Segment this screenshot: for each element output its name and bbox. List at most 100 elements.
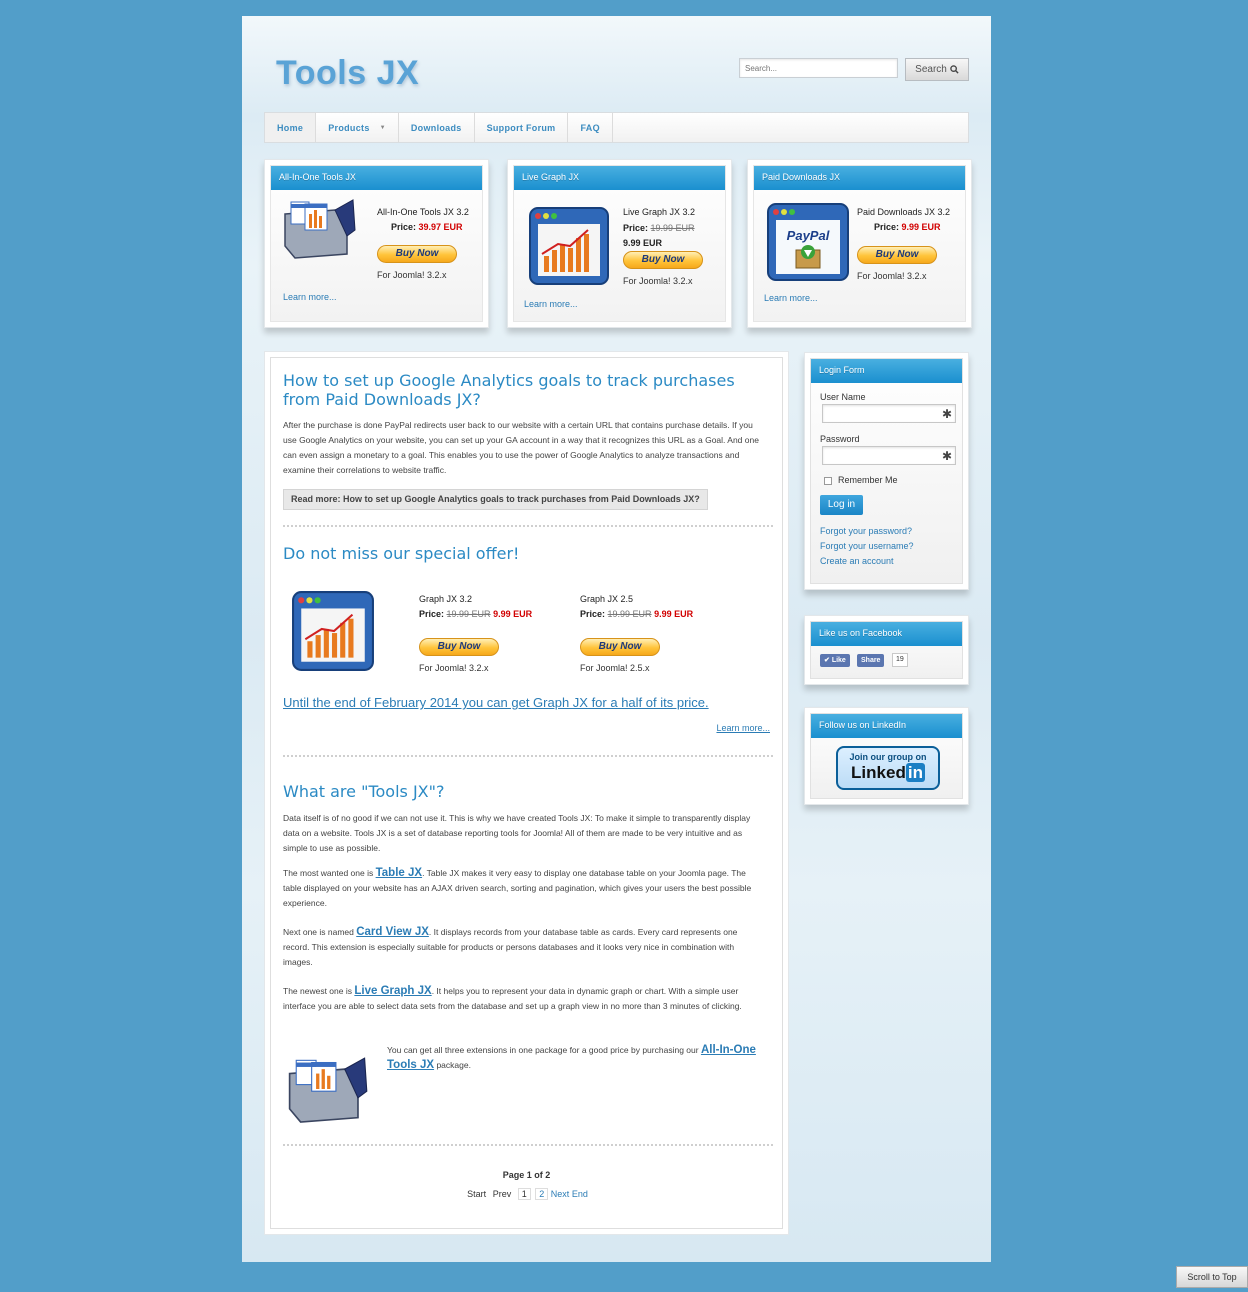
buy-now-button[interactable]: Buy Now xyxy=(857,246,937,264)
paypal-icon: PayPal xyxy=(767,203,849,281)
search-button[interactable]: Search xyxy=(905,58,969,81)
username-field[interactable]: ✱ xyxy=(822,404,956,423)
buy-now-button[interactable]: Buy Now xyxy=(419,638,499,656)
promo-price: Price: 39.97 EUR xyxy=(391,222,463,232)
table-jx-link[interactable]: Table JX xyxy=(376,867,422,879)
promo-title: All-In-One Tools JX xyxy=(271,166,482,190)
forgot-username-link[interactable]: Forgot your username? xyxy=(820,541,914,551)
promo-product-name: Paid Downloads JX 3.2 xyxy=(857,207,951,217)
promo-title: Paid Downloads JX xyxy=(754,166,965,190)
pagination-start: Start xyxy=(467,1189,487,1199)
divider xyxy=(283,755,773,757)
promo-product-name: All-In-One Tools JX 3.2 xyxy=(377,207,469,217)
pagination: Start Prev 1 2 Next End xyxy=(271,1188,782,1200)
linkedin-logo: Linked in xyxy=(851,763,925,782)
nav-faq[interactable]: FAQ xyxy=(568,113,613,142)
login-button[interactable]: Log in xyxy=(820,495,863,515)
login-title: Login Form xyxy=(811,359,962,383)
divider xyxy=(283,525,773,527)
promo-all-in-one: All-In-One Tools JX All-In-One Tools JX … xyxy=(264,159,489,328)
article-title: What are "Tools JX"? xyxy=(283,782,445,801)
buy-now-button[interactable]: Buy Now xyxy=(580,638,660,656)
pagination-page-1: 1 xyxy=(517,1188,531,1200)
forgot-password-link[interactable]: Forgot your password? xyxy=(820,526,912,536)
facebook-module: Like us on Facebook ✔ Like Share 19 xyxy=(804,615,969,685)
promo-joomla-version: For Joomla! 3.2.x xyxy=(377,270,447,280)
linkedin-join-text: Join our group on xyxy=(849,752,927,762)
username-label: User Name xyxy=(820,392,866,402)
svg-text:PayPal: PayPal xyxy=(787,228,830,243)
login-module: Login Form User Name ✱ Password ✱ Rememb… xyxy=(804,352,969,590)
article-paragraph: Next one is named Card View JX. It displ… xyxy=(283,926,738,967)
graph-window-icon xyxy=(292,591,374,671)
facebook-share-button[interactable]: Share xyxy=(857,654,885,667)
learn-more-link[interactable]: Learn more... xyxy=(283,292,337,302)
nav-products[interactable]: Products ▼ xyxy=(316,113,399,142)
facebook-share-count: 19 xyxy=(892,653,908,667)
linkedin-title: Follow us on LinkedIn xyxy=(811,714,962,738)
learn-more-link[interactable]: Learn more... xyxy=(716,723,770,733)
offer-product-name: Graph JX 2.5 xyxy=(580,594,634,604)
facebook-like-button[interactable]: ✔ Like xyxy=(820,654,850,667)
nav-home[interactable]: Home xyxy=(265,113,317,142)
search-button-label: Search xyxy=(915,64,947,75)
facebook-title: Like us on Facebook xyxy=(811,622,962,646)
linkedin-module: Follow us on LinkedIn Join our group on … xyxy=(804,707,969,805)
search-icon xyxy=(950,65,959,74)
promo-live-graph: Live Graph JX Live Graph JX 3.2 Price: 1… xyxy=(507,159,732,328)
pagination-page-2[interactable]: 2 xyxy=(535,1188,549,1200)
linkedin-join-button[interactable]: Join our group on Linked in xyxy=(836,746,940,790)
offer-product-name: Graph JX 3.2 xyxy=(419,594,473,604)
divider xyxy=(283,1144,773,1146)
offer-link[interactable]: Until the end of February 2014 you can g… xyxy=(283,695,709,710)
article-paragraph: Data itself is of no good if we can not … xyxy=(283,813,751,853)
graph-window-icon xyxy=(529,207,609,285)
offer-joomla-version: For Joomla! 2.5.x xyxy=(580,663,650,673)
promo-product-name: Live Graph JX 3.2 xyxy=(623,207,696,217)
promo-title: Live Graph JX xyxy=(514,166,725,190)
read-more-button[interactable]: Read more: How to set up Google Analytic… xyxy=(283,489,708,510)
article-title[interactable]: How to set up Google Analytics goals to … xyxy=(283,371,753,409)
nav-support-forum[interactable]: Support Forum xyxy=(475,113,569,142)
toolbox-icon xyxy=(284,199,356,259)
offer-price: Price: 19.99 EUR 9.99 EUR xyxy=(580,609,694,619)
search-input[interactable] xyxy=(739,58,898,78)
live-graph-jx-link[interactable]: Live Graph JX xyxy=(354,985,431,997)
offer-joomla-version: For Joomla! 3.2.x xyxy=(419,663,489,673)
required-icon: ✱ xyxy=(941,449,952,463)
page-info: Page 1 of 2 xyxy=(502,1170,551,1180)
promo-discount-price: 9.99 EUR xyxy=(623,238,663,248)
pagination-next[interactable]: Next xyxy=(551,1189,570,1199)
create-account-link[interactable]: Create an account xyxy=(820,556,894,566)
nav-downloads[interactable]: Downloads xyxy=(399,113,475,142)
site-logo[interactable]: Tools JX xyxy=(276,54,419,93)
main-nav: Home Products ▼ Downloads Support Forum F… xyxy=(264,112,969,143)
article-paragraph: The most wanted one is Table JX. Table J… xyxy=(283,867,752,908)
learn-more-link[interactable]: Learn more... xyxy=(524,299,578,309)
article-title: Do not miss our special offer! xyxy=(283,544,520,563)
main-content: How to set up Google Analytics goals to … xyxy=(264,351,789,1235)
page-container: Tools JX Search Home Products▼ Downloads… xyxy=(242,16,991,1262)
chevron-down-icon: ▼ xyxy=(379,124,386,131)
remember-me-label: Remember Me xyxy=(838,475,898,485)
promo-paid-downloads: PayPal Paid Downloads JX Paid Downloads … xyxy=(747,159,972,328)
card-view-jx-link[interactable]: Card View JX xyxy=(356,926,429,938)
password-field[interactable]: ✱ xyxy=(822,446,956,465)
promo-price: Price: 19.99 EUR xyxy=(623,223,695,233)
offer-price: Price: 19.99 EUR 9.99 EUR xyxy=(419,609,533,619)
search-form: Search xyxy=(739,58,969,81)
buy-now-button[interactable]: Buy Now xyxy=(623,251,703,269)
promo-joomla-version: For Joomla! 3.2.x xyxy=(623,276,693,286)
toolbox-icon xyxy=(288,1057,368,1123)
required-icon: ✱ xyxy=(941,407,952,421)
buy-now-button[interactable]: Buy Now xyxy=(377,245,457,263)
remember-me-checkbox[interactable] xyxy=(824,477,832,485)
article-body: After the purchase is done PayPal redire… xyxy=(283,420,759,475)
pagination-prev: Prev xyxy=(492,1189,512,1199)
learn-more-link[interactable]: Learn more... xyxy=(764,293,818,303)
promo-joomla-version: For Joomla! 3.2.x xyxy=(857,271,927,281)
pagination-end[interactable]: End xyxy=(572,1189,588,1199)
article-paragraph: The newest one is Live Graph JX. It help… xyxy=(283,985,742,1011)
scroll-to-top-button[interactable]: Scroll to Top xyxy=(1176,1266,1248,1288)
password-label: Password xyxy=(820,434,860,444)
